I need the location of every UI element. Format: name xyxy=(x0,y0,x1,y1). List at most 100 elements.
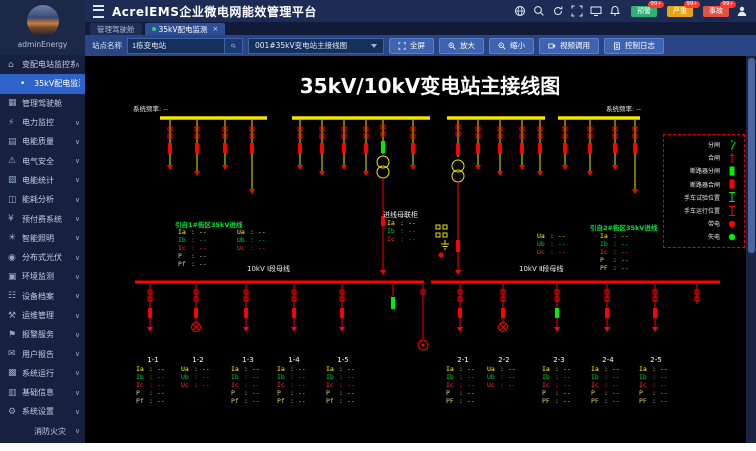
diagram-title: 35kV/10kV变电站主接线图 xyxy=(299,74,561,98)
measurement-label: PF xyxy=(639,397,647,405)
sidebar-item-变配电站监控系统[interactable]: ⌂ 变配电站监控系统∧ xyxy=(0,55,85,74)
legend-label: 手车运行位置 xyxy=(683,208,720,216)
maintenance-icon: ⚒ xyxy=(8,310,17,321)
alarm-icon[interactable] xyxy=(609,5,621,17)
sidebar-item-基础信息[interactable]: ▥ 基础信息 ∨ xyxy=(0,383,85,402)
feeder-name: 1-1 xyxy=(147,356,159,364)
alarm-badge[interactable]: 严重 99+ xyxy=(667,0,700,17)
alarm-badge[interactable]: 预警 99+ xyxy=(631,0,664,17)
measurement-value: -- xyxy=(611,373,620,381)
放大-button[interactable]: 放大 xyxy=(439,37,484,54)
alarm-badge[interactable]: 事故 99+ xyxy=(703,0,736,17)
tab-35kV配电监测[interactable]: 35kV配电监测 × xyxy=(144,23,226,35)
globe-icon[interactable] xyxy=(514,5,526,17)
incoming-2-voltage-block: Ua: -- Ub: -- Uc: -- xyxy=(537,232,566,256)
scrollbar-thumb[interactable] xyxy=(747,58,755,253)
measurement-value: -- xyxy=(659,381,668,389)
sidebar-item-环境监测[interactable]: ▣ 环境监测 ∨ xyxy=(0,267,85,286)
feeder-name: 2-2 xyxy=(498,356,510,364)
measurement-row: Ua: -- xyxy=(237,228,266,236)
search-icon[interactable] xyxy=(533,5,545,17)
measurement-row: Ia: -- xyxy=(326,365,355,373)
feeder-block-1-3: 1-3 Ia: -- Ib: -- Ic: -- P: -- Pf: -- xyxy=(231,356,265,405)
measurement-value: -- xyxy=(659,389,668,397)
sidebar-item-能耗分析[interactable]: ◫ 能耗分析 ∨ xyxy=(0,190,85,209)
measurement-label: PF xyxy=(542,397,550,405)
measurement-label: P xyxy=(231,389,235,397)
measurement-row: Pf: -- xyxy=(277,397,306,405)
sidebar-item-设备档案[interactable]: ☷ 设备档案 ∨ xyxy=(0,287,85,306)
avatar[interactable] xyxy=(26,5,59,37)
measurement-row: Ib: -- xyxy=(446,373,475,381)
measurement-label: Ia xyxy=(591,365,599,373)
chevron-down-icon: ∨ xyxy=(74,137,80,146)
measurement-label: Ic xyxy=(136,381,144,389)
measurement-row: P: -- xyxy=(600,256,629,264)
measurement-row: PF: -- xyxy=(639,397,668,405)
fullscreen-icon[interactable] xyxy=(571,5,583,17)
sidebar-item-35kV配电监测[interactable]: • 35kV配电监测 xyxy=(0,74,85,94)
sidebar-item-电气安全[interactable]: ⚠ 电气安全 ∨ xyxy=(0,151,85,170)
全屏-button[interactable]: 全屏 xyxy=(389,37,434,54)
tab-管理驾驶舱[interactable]: 管理驾驶舱 xyxy=(90,23,142,35)
measurement-value: -- xyxy=(257,244,266,252)
feeder-block-1-5: 1-5 Ia: -- Ib: -- Ic: -- P: -- Pf: -- xyxy=(326,356,360,405)
sidebar-item-智能照明[interactable]: ☀ 智能照明 ∨ xyxy=(0,229,85,248)
measurement-value: -- xyxy=(156,365,165,373)
measurement-row: P: -- xyxy=(277,389,306,397)
measurement-value: -- xyxy=(201,365,210,373)
scrollbar[interactable] xyxy=(746,56,756,443)
sidebar-item-消防火灾[interactable]: 消防火灾 ∨ xyxy=(0,422,85,441)
menu-icon[interactable] xyxy=(93,4,104,18)
sidebar-item-电力监控[interactable]: ⚡ 电力监控 ∨ xyxy=(0,113,85,132)
measurement-value: -- xyxy=(198,244,207,252)
measurement-row: Uc: -- xyxy=(181,381,210,389)
legend: 分闸 合闸 断路器分闸 断路器合闸 手车试验位置 手车运行位置 带电 失电 xyxy=(663,134,745,248)
tab-close-icon[interactable]: × xyxy=(213,25,219,33)
sidebar-item-用户报告[interactable]: ✉ 用户报告 ∨ xyxy=(0,344,85,363)
measurement-label: Ic xyxy=(639,381,647,389)
控制日志-button[interactable]: 控制日志 xyxy=(604,37,664,54)
sidebar-item-运维管理[interactable]: ⚒ 运维管理 ∨ xyxy=(0,306,85,325)
measurement-row: Ic: -- xyxy=(387,235,416,243)
refresh-icon[interactable] xyxy=(552,5,564,17)
user-box[interactable]: adminEnergy xyxy=(0,0,85,55)
user-icon[interactable] xyxy=(736,5,748,17)
sidebar-item-label: 报警服务 xyxy=(22,330,54,340)
视频调用-button[interactable]: 视频调用 xyxy=(539,37,599,54)
search-button[interactable] xyxy=(224,38,242,53)
缩小-button[interactable]: 缩小 xyxy=(489,37,534,54)
measurement-value: -- xyxy=(611,365,620,373)
sidebar-item-预付费系统[interactable]: ¥ 预付费系统 ∨ xyxy=(0,209,85,228)
bus2-label: 10kV Ⅱ段母线 xyxy=(519,265,564,273)
monitor-icon[interactable] xyxy=(590,5,602,17)
measurement-label: Ia xyxy=(446,365,454,373)
sidebar-item-管理驾驶舱[interactable]: ▦ 管理驾驶舱 xyxy=(0,94,85,113)
measurement-label: Ia xyxy=(600,232,608,240)
sidebar-item-分布式光伏[interactable]: ◉ 分布式光伏 ∨ xyxy=(0,248,85,267)
sidebar-nav: ⌂ 变配电站监控系统∧ • 35kV配电监测 ▦ 管理驾驶舱 ⚡ 电力监控 ∨ ▤ 电能质量 ∨ ⚠ 电气… xyxy=(0,55,85,441)
video-icon xyxy=(548,43,556,48)
sidebar-item-报警服务[interactable]: ⚑ 报警服务 ∨ xyxy=(0,325,85,344)
measurement-label: Ib xyxy=(591,373,599,381)
energy-stats-icon: ▧ xyxy=(8,175,17,186)
chevron-down-icon: ∨ xyxy=(74,350,80,359)
toolbar-buttons: 全屏 放大 缩小 视频调用 控制日志 xyxy=(389,37,664,54)
diagram-select[interactable]: 001#35kV变电站主接线图 xyxy=(248,37,384,54)
sidebar-item-label: 电气安全 xyxy=(22,156,54,166)
sidebar-item-系统运行[interactable]: ▩ 系统运行 ∨ xyxy=(0,364,85,383)
sidebar-item-label: 能耗分析 xyxy=(22,195,54,205)
toolbar-button-label: 控制日志 xyxy=(625,41,655,50)
measurement-row: PF: -- xyxy=(600,264,629,272)
sidebar-item-label: 分布式光伏 xyxy=(22,253,62,263)
sidebar-item-电能质量[interactable]: ▤ 电能质量 ∨ xyxy=(0,132,85,151)
bus1-label: 10kV Ⅰ段母线 xyxy=(247,265,291,273)
feeder-block-1-1: 1-1 Ia: -- Ib: -- Ic: -- P: -- Pf: -- xyxy=(136,356,170,405)
sidebar-item-系统设置[interactable]: ⚙ 系统设置 ∨ xyxy=(0,402,85,421)
sidebar-item-电能统计[interactable]: ▧ 电能统计 ∨ xyxy=(0,171,85,190)
measurement-value: -- xyxy=(346,373,355,381)
measurement-row: Ib: -- xyxy=(639,373,668,381)
measurement-value: -- xyxy=(562,373,571,381)
site-search-input[interactable] xyxy=(128,38,224,53)
legend-row: 断路器分闸 xyxy=(668,164,740,177)
